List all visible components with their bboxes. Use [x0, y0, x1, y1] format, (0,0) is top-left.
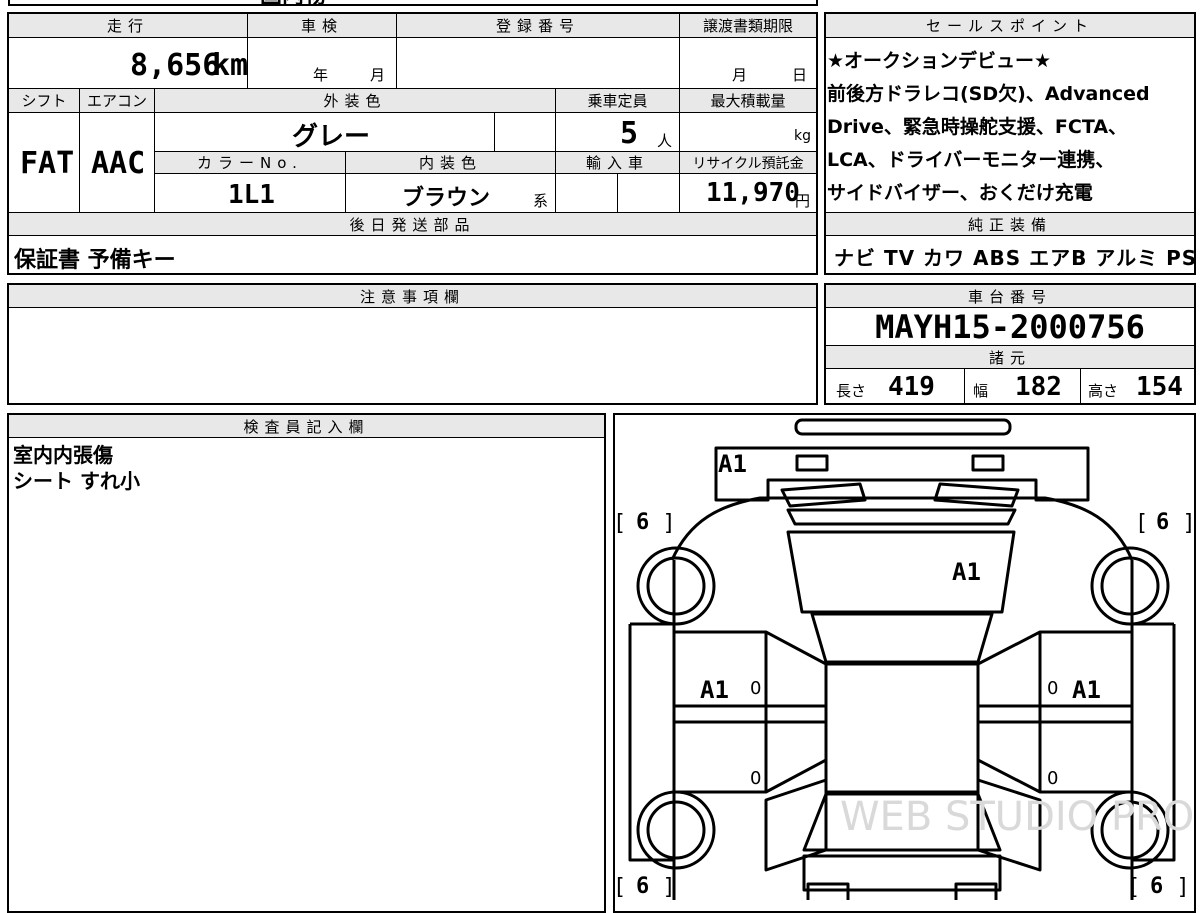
- mark-right-door: A1: [1072, 676, 1101, 704]
- header-interior: 内装色: [346, 152, 555, 173]
- width-label: 幅: [973, 382, 989, 400]
- inspector-notes: 室内内張傷 シート すれ小: [13, 442, 140, 494]
- header-recycle: リサイクル預託金: [680, 152, 816, 173]
- rear-bumper: [714, 446, 1090, 502]
- inspection-year: 年: [313, 66, 329, 84]
- tread-bracket: [: [616, 511, 625, 536]
- mark-hood: A1: [952, 558, 981, 586]
- header-shift: シフト: [9, 89, 79, 112]
- header-aircon: エアコン: [80, 89, 154, 112]
- tread-rr: 6: [1150, 874, 1164, 899]
- length-value: 419: [888, 372, 935, 402]
- sales-point-line: ★オークションデビュー★: [827, 50, 1052, 72]
- mark-left-door: A1: [700, 676, 729, 704]
- tread-fl: 6: [636, 510, 650, 535]
- width-value: 182: [1015, 372, 1062, 402]
- height-value: 154: [1136, 372, 1183, 402]
- color-no-value: 1L1: [228, 180, 275, 210]
- mileage-unit: km: [212, 48, 249, 83]
- rear-spoiler: [794, 418, 1012, 436]
- header-chassis: 車台番号: [826, 285, 1194, 307]
- tread-fr: 6: [1156, 510, 1170, 535]
- inspection-month: 月: [370, 66, 386, 84]
- header-notes: 注意事項欄: [9, 285, 816, 307]
- sales-point-line: Drive、緊急時操舵支援、FCTA、: [827, 116, 1128, 138]
- height-label: 高さ: [1088, 382, 1119, 400]
- header-import: 輸入車: [556, 152, 679, 173]
- capacity-value: 5: [620, 116, 639, 151]
- header-inspector: 検査員記入欄: [9, 415, 604, 437]
- mark-rear: A1: [718, 450, 747, 478]
- tread-bracket: [: [616, 875, 625, 900]
- tread-bracket: ]: [1184, 511, 1193, 536]
- header-max-load: 最大積載量: [680, 89, 816, 112]
- header-capacity: 乗車定員: [556, 89, 679, 112]
- tread-bracket: [: [1138, 511, 1147, 536]
- mileage-value: 8,656: [130, 48, 221, 83]
- interior-suffix: 系: [533, 192, 549, 210]
- tread-bracket: ]: [664, 511, 673, 536]
- header-later-parts: 後日発送部品: [9, 213, 816, 235]
- tread-bracket: [: [1130, 875, 1139, 900]
- header-specs: 諸元: [826, 346, 1194, 368]
- top-partial-text: 国内物: [260, 0, 326, 10]
- chassis-number: MAYH15-2000756: [875, 308, 1145, 346]
- tread-bracket: ]: [1178, 875, 1187, 900]
- header-sales-points: セールスポイント: [826, 14, 1194, 37]
- header-color-no: カラーNo.: [155, 152, 345, 173]
- header-mileage: 走行: [9, 14, 247, 37]
- deadline-day: 日: [792, 66, 808, 84]
- inspector-line: シート すれ小: [13, 469, 140, 493]
- top-strip: 国内物: [8, 0, 818, 9]
- exterior-color-value: グレー: [292, 122, 371, 152]
- header-transfer-deadline: 譲渡書類期限: [680, 14, 816, 37]
- sales-point-line: LCA、ドライバーモニター連携、: [827, 149, 1115, 171]
- sales-point-line: サイドバイザー、おくだけ充電: [827, 182, 1093, 204]
- interior-color-value: ブラウン: [402, 186, 491, 211]
- inspector-line: 室内内張傷: [13, 443, 113, 467]
- equipment-value: ナビ TV カワ ABS エアB アルミ PS PW: [834, 246, 1200, 270]
- mark-zero: 0: [750, 768, 762, 789]
- sales-point-line: 前後方ドラレコ(SD欠)、Advanced: [827, 83, 1150, 105]
- tread-bracket: ]: [664, 875, 673, 900]
- mark-zero: 0: [1047, 768, 1059, 789]
- mark-zero: 0: [750, 678, 762, 699]
- header-exterior: 外装色: [155, 89, 555, 112]
- header-registration: 登録番号: [397, 14, 679, 37]
- recycle-fee-value: 11,970: [706, 178, 800, 208]
- center-body: [824, 662, 980, 794]
- body-outline-rear: [670, 496, 1134, 561]
- watermark: WEB STUDIO PRO: [840, 794, 1194, 840]
- recycle-unit: 円: [795, 192, 811, 210]
- deadline-month: 月: [732, 66, 748, 84]
- aircon-value: AAC: [91, 146, 146, 181]
- shift-value: FAT: [20, 146, 75, 181]
- later-parts-value: 保証書 予備キー: [14, 248, 176, 273]
- header-inspection: 車検: [248, 14, 396, 37]
- tread-rl: 6: [636, 874, 650, 899]
- car-condition-diagram: WEB STUDIO PRO: [628, 418, 1194, 900]
- roof-panel: [810, 612, 994, 664]
- mark-zero: 0: [1047, 678, 1059, 699]
- max-load-unit: kg: [794, 128, 811, 144]
- length-label: 長さ: [836, 382, 867, 400]
- header-genuine-equipment: 純正装備: [826, 213, 1194, 235]
- sales-points-list: ★オークションデビュー★ 前後方ドラレコ(SD欠)、Advanced Drive…: [827, 45, 1193, 210]
- capacity-unit: 人: [657, 132, 673, 150]
